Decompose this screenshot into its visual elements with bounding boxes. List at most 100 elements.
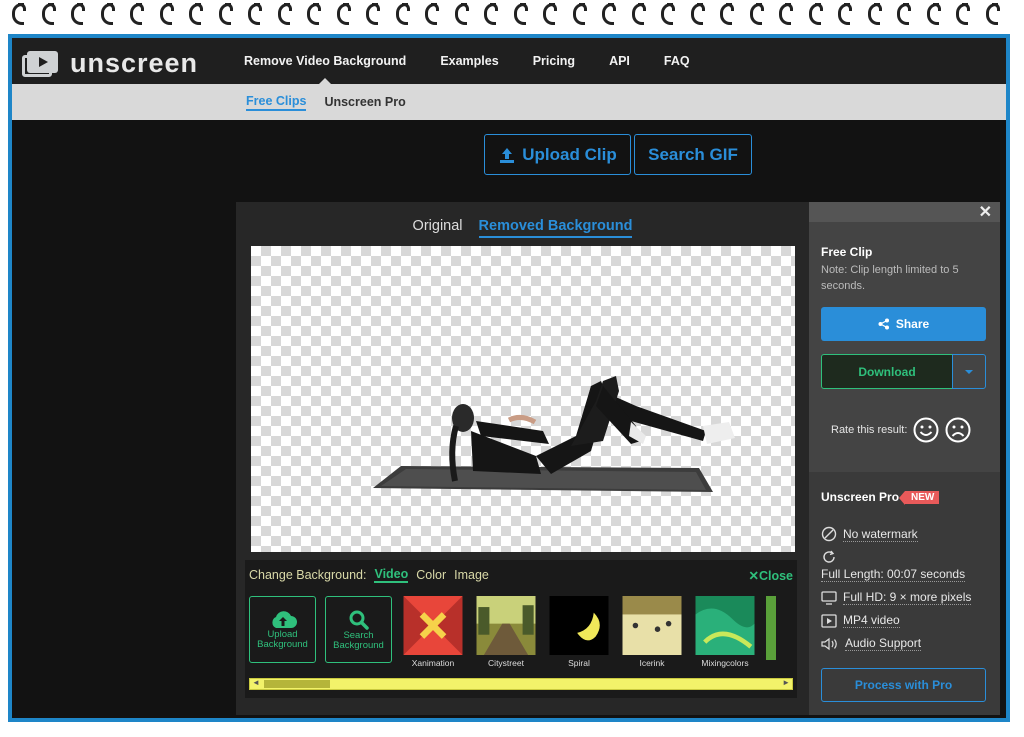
download-button[interactable]: Download xyxy=(821,354,953,389)
spiral-ring xyxy=(189,3,203,25)
share-button[interactable]: Share xyxy=(821,307,986,341)
close-modal-icon[interactable]: ✕ xyxy=(979,202,992,222)
spiral-ring xyxy=(71,3,85,25)
spiral-ring xyxy=(926,3,941,25)
new-badge: NEW xyxy=(898,490,940,505)
citystreet-thumbnail-image xyxy=(476,596,536,655)
background-thumbnails: Upload Background Search Background Xani… xyxy=(249,596,793,668)
feature-full-hd: Full HD: 9 × more pixels xyxy=(821,590,972,605)
mixingcolors-caption: Mixingcolors xyxy=(701,658,749,668)
hd-monitor-icon xyxy=(821,590,837,605)
upload-background-button[interactable]: Upload Background xyxy=(249,596,316,663)
feature-full-length: Full Length: 00:07 seconds xyxy=(821,549,966,582)
pro-title-text: Unscreen Pro xyxy=(821,490,900,504)
spiral-ring xyxy=(661,3,675,25)
sad-face-icon[interactable] xyxy=(945,417,971,443)
spiral-ring xyxy=(100,3,115,25)
spiral-ring xyxy=(690,3,705,25)
upload-background-line2: Background xyxy=(257,638,308,650)
process-with-pro-button[interactable]: Process with Pro xyxy=(821,668,986,702)
sub-navigation: Free Clips Unscreen Pro xyxy=(12,84,1006,120)
spiral-ring xyxy=(395,3,410,25)
upload-clip-button[interactable]: Upload Clip xyxy=(484,134,631,175)
scrollbar-thumb[interactable] xyxy=(264,680,330,688)
subnav-free-clips[interactable]: Free Clips xyxy=(246,94,307,111)
spiral-ring xyxy=(425,3,439,25)
feature-audio-label: Audio Support xyxy=(845,636,922,651)
happy-face-icon[interactable] xyxy=(913,417,939,443)
search-background-button[interactable]: Search Background xyxy=(325,596,392,663)
spiral-ring xyxy=(543,3,557,25)
nav-remove-video-background[interactable]: Remove Video Background xyxy=(244,54,406,84)
spiral-thumbnail-image xyxy=(549,596,609,655)
rate-result: Rate this result: xyxy=(831,417,971,443)
spiral-ring xyxy=(867,3,882,25)
search-gif-label: Search GIF xyxy=(648,144,738,164)
video-file-icon xyxy=(821,613,837,628)
subnav-unscreen-pro[interactable]: Unscreen Pro xyxy=(324,95,405,109)
bg-thumb-partial[interactable] xyxy=(766,596,776,668)
thumbnail-scrollbar[interactable]: ◄ ► xyxy=(249,678,793,690)
spiral-ring xyxy=(631,3,646,25)
person-on-mat-image xyxy=(373,376,735,492)
change-background-row: Change Background: Video Color Image ✕Cl… xyxy=(249,567,793,583)
spiral-ring xyxy=(985,3,1000,25)
spiral-ring xyxy=(41,3,56,25)
change-background-label: Change Background: xyxy=(249,568,367,582)
tab-original[interactable]: Original xyxy=(413,218,463,234)
partial-thumbnail-image xyxy=(766,596,776,660)
search-icon xyxy=(349,610,369,630)
refresh-icon xyxy=(823,550,835,563)
spiral-ring xyxy=(307,3,321,25)
feature-audio: Audio Support xyxy=(821,636,922,651)
spiral-ring xyxy=(336,3,351,25)
scroll-right-arrow-icon[interactable]: ► xyxy=(782,678,790,687)
tab-removed-background[interactable]: Removed Background xyxy=(478,218,633,238)
bg-thumb-icerink[interactable]: Icerink xyxy=(620,596,684,668)
nav-api[interactable]: API xyxy=(609,54,630,68)
spiral-ring xyxy=(720,3,734,25)
spiral-ring xyxy=(277,3,292,25)
bg-option-color[interactable]: Color xyxy=(416,568,446,582)
bg-option-video[interactable]: Video xyxy=(374,567,409,583)
search-gif-button[interactable]: Search GIF xyxy=(634,134,752,175)
nav-examples[interactable]: Examples xyxy=(440,54,498,68)
spiral-ring xyxy=(484,3,498,25)
no-watermark-icon xyxy=(821,526,837,542)
feature-full-length-label: Full Length: 00:07 seconds xyxy=(821,567,966,582)
browser-frame: unscreen Remove Video Background Example… xyxy=(8,34,1010,722)
sidebar-header: ✕ xyxy=(809,202,1000,222)
spiral-ring xyxy=(248,3,262,25)
spiral-ring xyxy=(454,3,469,25)
download-options-dropdown[interactable] xyxy=(952,354,986,389)
xanimation-caption: Xanimation xyxy=(411,658,455,668)
share-label: Share xyxy=(895,317,930,331)
upload-clip-label: Upload Clip xyxy=(522,144,617,164)
bg-thumb-mixingcolors[interactable]: Mixingcolors xyxy=(693,596,757,668)
search-background-line1: Search xyxy=(343,629,374,641)
spiral-ring xyxy=(513,3,528,25)
process-with-pro-label: Process with Pro xyxy=(854,678,953,692)
icerink-caption: Icerink xyxy=(639,658,665,668)
bg-thumb-xanimation[interactable]: Xanimation xyxy=(401,596,465,668)
close-label: Close xyxy=(758,568,793,583)
spiral-ring xyxy=(130,3,144,25)
logo[interactable]: unscreen xyxy=(22,48,198,79)
download-label: Download xyxy=(858,364,916,379)
nav-pricing[interactable]: Pricing xyxy=(533,54,575,68)
preview-tabs: Original Removed Background xyxy=(236,218,809,238)
feature-mp4-label: MP4 video xyxy=(843,613,900,628)
feature-no-watermark: No watermark xyxy=(821,526,918,542)
bg-thumb-spiral[interactable]: Spiral xyxy=(547,596,611,668)
rate-label: Rate this result: xyxy=(831,424,908,436)
upload-icon xyxy=(500,147,515,163)
spiral-ring xyxy=(572,3,587,25)
bg-thumb-citystreet[interactable]: Citystreet xyxy=(474,596,538,668)
bg-option-image[interactable]: Image xyxy=(454,568,489,582)
pro-title: Unscreen Pro NEW xyxy=(821,490,940,505)
feature-no-watermark-label: No watermark xyxy=(843,526,918,542)
nav-faq[interactable]: FAQ xyxy=(664,54,690,68)
spiral-ring xyxy=(12,3,26,25)
close-change-background[interactable]: ✕Close xyxy=(748,568,793,583)
scroll-left-arrow-icon[interactable]: ◄ xyxy=(252,678,260,687)
